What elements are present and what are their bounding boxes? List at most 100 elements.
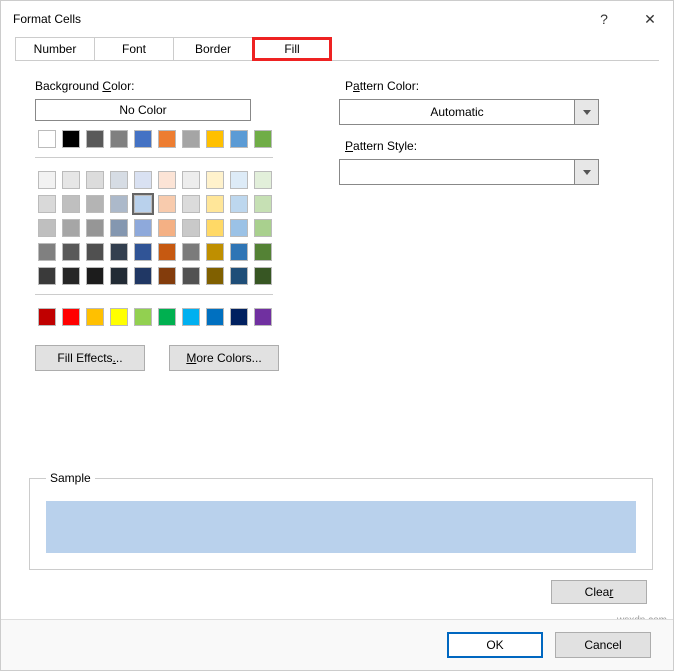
color-swatch[interactable] — [254, 267, 272, 285]
color-swatch[interactable] — [38, 171, 56, 189]
titlebar: Format Cells ? ✕ — [1, 1, 673, 37]
color-swatch[interactable] — [62, 219, 80, 237]
color-swatch[interactable] — [38, 219, 56, 237]
color-swatch[interactable] — [254, 171, 272, 189]
color-swatch[interactable] — [110, 171, 128, 189]
pattern-color-value: Automatic — [340, 105, 574, 119]
color-swatch[interactable] — [254, 130, 272, 148]
color-swatch[interactable] — [230, 195, 248, 213]
color-swatch[interactable] — [182, 195, 200, 213]
color-swatch[interactable] — [86, 171, 104, 189]
sample-label: Sample — [46, 471, 95, 485]
color-swatch[interactable] — [230, 130, 248, 148]
chevron-down-icon[interactable] — [574, 160, 598, 184]
color-swatch[interactable] — [206, 308, 224, 326]
color-swatch[interactable] — [182, 130, 200, 148]
color-swatch[interactable] — [182, 267, 200, 285]
pattern-style-combo[interactable] — [339, 159, 599, 185]
dialog-footer: OK Cancel — [1, 619, 673, 670]
color-swatch[interactable] — [158, 195, 176, 213]
cancel-button[interactable]: Cancel — [555, 632, 651, 658]
left-column: Background Color: No Color — [29, 73, 279, 371]
color-swatch[interactable] — [38, 243, 56, 261]
dialog-title: Format Cells — [13, 12, 581, 26]
standard-color-palette — [35, 305, 279, 329]
tab-border[interactable]: Border — [173, 37, 253, 61]
selected-color-swatch[interactable] — [134, 195, 152, 213]
chevron-down-icon[interactable] — [574, 100, 598, 124]
close-button[interactable]: ✕ — [627, 1, 673, 37]
color-swatch[interactable] — [110, 267, 128, 285]
color-swatch[interactable] — [86, 267, 104, 285]
color-swatch[interactable] — [230, 243, 248, 261]
color-swatch[interactable] — [206, 171, 224, 189]
color-swatch[interactable] — [206, 267, 224, 285]
color-swatch[interactable] — [86, 308, 104, 326]
pattern-color-combo[interactable]: Automatic — [339, 99, 599, 125]
color-swatch[interactable] — [86, 195, 104, 213]
color-swatch[interactable] — [158, 308, 176, 326]
color-swatch[interactable] — [230, 171, 248, 189]
color-swatch[interactable] — [134, 171, 152, 189]
color-swatch[interactable] — [62, 195, 80, 213]
color-swatch[interactable] — [38, 195, 56, 213]
color-swatch[interactable] — [38, 308, 56, 326]
color-swatch[interactable] — [86, 219, 104, 237]
color-swatch[interactable] — [230, 219, 248, 237]
right-column: Pattern Color: Automatic Pattern Style: — [339, 73, 599, 371]
color-swatch[interactable] — [158, 267, 176, 285]
color-swatch[interactable] — [206, 130, 224, 148]
ok-button[interactable]: OK — [447, 632, 543, 658]
color-swatch[interactable] — [254, 308, 272, 326]
palette-divider — [35, 294, 273, 295]
color-swatch[interactable] — [62, 171, 80, 189]
more-colors-button[interactable]: More Colors... — [169, 345, 279, 371]
color-swatch[interactable] — [38, 130, 56, 148]
tab-strip: Number Font Border Fill — [1, 37, 673, 61]
tab-fill[interactable]: Fill — [252, 37, 332, 61]
color-swatch[interactable] — [158, 243, 176, 261]
color-swatch[interactable] — [110, 243, 128, 261]
color-swatch[interactable] — [182, 243, 200, 261]
fill-effects-button[interactable]: Fill Effects... — [35, 345, 145, 371]
color-swatch[interactable] — [110, 308, 128, 326]
color-swatch[interactable] — [110, 219, 128, 237]
color-swatch[interactable] — [254, 219, 272, 237]
color-swatch[interactable] — [254, 195, 272, 213]
theme-color-palette — [35, 127, 279, 151]
color-swatch[interactable] — [134, 130, 152, 148]
color-swatch[interactable] — [62, 130, 80, 148]
color-swatch[interactable] — [230, 267, 248, 285]
color-swatch[interactable] — [134, 267, 152, 285]
color-swatch[interactable] — [86, 130, 104, 148]
color-swatch[interactable] — [182, 171, 200, 189]
color-swatch[interactable] — [158, 130, 176, 148]
color-swatch[interactable] — [206, 195, 224, 213]
help-button[interactable]: ? — [581, 1, 627, 37]
color-swatch[interactable] — [134, 219, 152, 237]
sample-group: Sample — [29, 471, 653, 570]
color-swatch[interactable] — [110, 130, 128, 148]
color-swatch[interactable] — [62, 243, 80, 261]
color-swatch[interactable] — [206, 243, 224, 261]
color-swatch[interactable] — [62, 308, 80, 326]
clear-button[interactable]: Clear — [551, 580, 647, 604]
color-swatch[interactable] — [110, 195, 128, 213]
tab-font[interactable]: Font — [94, 37, 174, 61]
color-swatch[interactable] — [254, 243, 272, 261]
no-color-button[interactable]: No Color — [35, 99, 251, 121]
pattern-color-label: Pattern Color: — [345, 79, 599, 93]
tint-color-palette — [35, 168, 279, 288]
color-swatch[interactable] — [230, 308, 248, 326]
color-swatch[interactable] — [62, 267, 80, 285]
color-swatch[interactable] — [134, 308, 152, 326]
color-swatch[interactable] — [182, 308, 200, 326]
color-swatch[interactable] — [134, 243, 152, 261]
color-swatch[interactable] — [158, 171, 176, 189]
tab-number[interactable]: Number — [15, 37, 95, 61]
color-swatch[interactable] — [182, 219, 200, 237]
color-swatch[interactable] — [206, 219, 224, 237]
color-swatch[interactable] — [86, 243, 104, 261]
color-swatch[interactable] — [158, 219, 176, 237]
color-swatch[interactable] — [38, 267, 56, 285]
